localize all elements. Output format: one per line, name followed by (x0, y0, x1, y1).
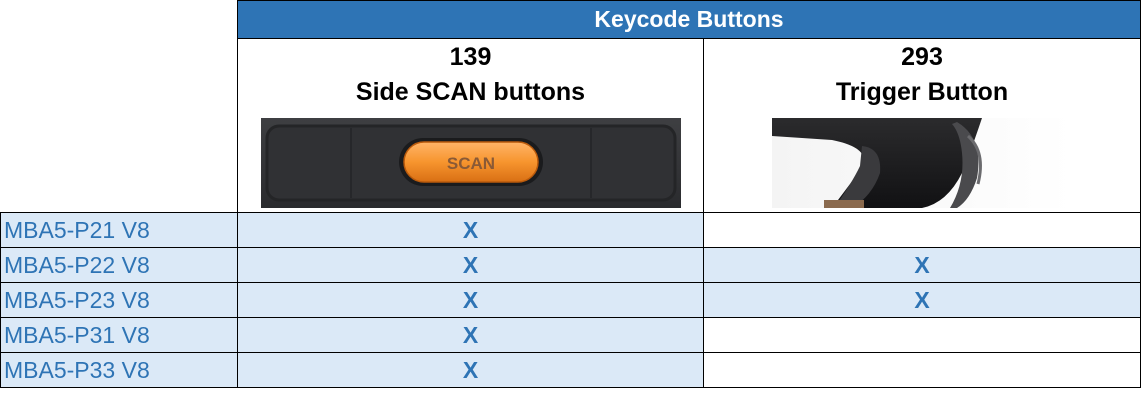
model-name: MBA5-P21 V8 (0, 212, 238, 248)
model-name: MBA5-P22 V8 (0, 247, 238, 283)
table-row: MBA5-P21 V8 X (0, 212, 1141, 248)
side-scan-mark: X (237, 352, 704, 388)
button-name-side-scan: Side SCAN buttons (355, 78, 586, 106)
empty-corner-cell (0, 38, 238, 213)
model-name: MBA5-P31 V8 (0, 317, 238, 353)
scan-button-label: SCAN (446, 154, 494, 173)
column-header-side-scan: 139 Side SCAN buttons SCAN (237, 38, 704, 213)
column-header-trigger: 293 Trigger Button (703, 38, 1141, 213)
side-scan-mark: X (237, 282, 704, 318)
empty-corner-cell (0, 0, 238, 39)
side-scan-mark: X (237, 317, 704, 353)
table-row: MBA5-P31 V8 X (0, 317, 1141, 353)
model-name: MBA5-P23 V8 (0, 282, 238, 318)
scan-button-photo: SCAN (260, 118, 681, 208)
table-header: Keycode Buttons (237, 0, 1141, 39)
table-row: MBA5-P22 V8 X X (0, 247, 1141, 283)
trigger-mark (703, 352, 1141, 388)
model-name: MBA5-P33 V8 (0, 352, 238, 388)
keycode-side-scan: 139 (449, 43, 492, 71)
keycode-buttons-table: Keycode Buttons 139 Side SCAN buttons SC… (0, 0, 1141, 388)
keycode-trigger: 293 (901, 43, 943, 71)
trigger-mark: X (703, 282, 1141, 318)
trigger-button-photo (772, 118, 1072, 208)
table-title-row: Keycode Buttons (0, 0, 1141, 39)
trigger-mark: X (703, 247, 1141, 283)
side-scan-mark: X (237, 247, 704, 283)
column-header-row: 139 Side SCAN buttons SCAN 293 Trigger B… (0, 38, 1141, 213)
side-scan-mark: X (237, 212, 704, 248)
button-name-trigger: Trigger Button (835, 78, 1009, 106)
table-row: MBA5-P23 V8 X X (0, 282, 1141, 318)
table-row: MBA5-P33 V8 X (0, 352, 1141, 388)
trigger-mark (703, 317, 1141, 353)
trigger-mark (703, 212, 1141, 248)
